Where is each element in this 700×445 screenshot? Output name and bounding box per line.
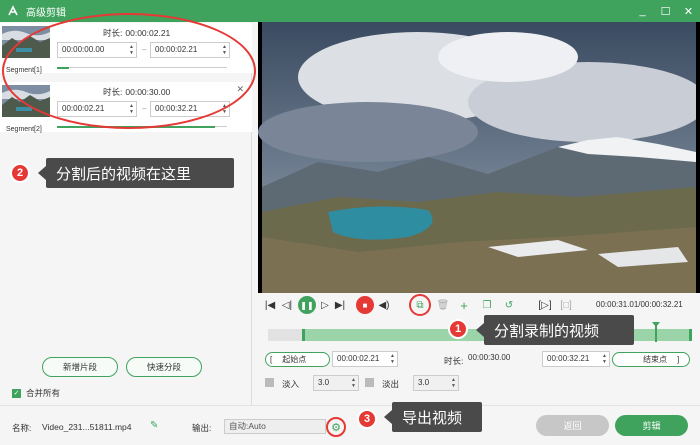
stepper-icon[interactable]: ▲ ▼ (222, 103, 227, 115)
checkbox-checked-icon: ✓ (12, 388, 21, 398)
app-logo-icon (6, 4, 20, 18)
jump-start-icon[interactable]: |◀ (264, 296, 276, 314)
start-time-field[interactable]: 00:00:00.00 ▲ ▼ (57, 42, 137, 58)
delete-icon[interactable]: 🗑 (437, 296, 450, 314)
stepper-icon[interactable]: ▲ ▼ (602, 353, 607, 365)
video-preview[interactable] (258, 22, 700, 293)
stepper-icon[interactable]: ▲ ▼ (351, 377, 356, 389)
callout-label: 分割录制的视频 (476, 315, 634, 345)
stepper-icon[interactable]: ▲ ▼ (390, 353, 395, 365)
playhead[interactable] (652, 322, 661, 342)
segment-thumbnail (2, 26, 50, 58)
gear-icon[interactable]: ⚙ (326, 417, 346, 437)
duration-label: 时长: (444, 356, 464, 366)
duration-label: 时长: (103, 28, 123, 38)
end-time-field[interactable]: 00:00:32.21 ▲ ▼ (150, 101, 230, 117)
duration-label: 时长: (103, 87, 123, 97)
callout-badge: 3 (357, 409, 377, 429)
next-frame-icon[interactable]: ▷ (320, 296, 330, 314)
segment-thumbnail (2, 85, 50, 117)
end-time-field[interactable]: 00:00:32.21 ▲ ▼ (542, 351, 610, 367)
title-bar: 高级剪辑 _ ☐ ✕ (0, 0, 700, 22)
maximize-button[interactable]: ☐ (654, 0, 677, 22)
fade-out-label: 淡出 (382, 379, 400, 389)
quick-split-button[interactable]: 快速分段 (126, 357, 202, 377)
duration-value: 00:00:02.21 (125, 28, 171, 38)
fade-out-field[interactable]: 3.0 ▲ ▼ (413, 375, 459, 391)
set-start-button[interactable]: [起始点 (265, 352, 330, 367)
callout-label: 分割后的视频在这里 (38, 158, 234, 188)
stepper-icon[interactable]: ▲ ▼ (451, 377, 456, 389)
back-button[interactable]: 返回 (536, 415, 609, 436)
duration-value: 00:00:30.00 (468, 353, 511, 362)
close-button[interactable]: ✕ (677, 0, 700, 22)
start-time-field[interactable]: 00:00:02.21 ▲ ▼ (332, 351, 398, 367)
callout-label: 导出视频 (384, 402, 482, 432)
stepper-icon[interactable]: ▲ ▼ (129, 44, 134, 56)
start-time-field[interactable]: 00:00:02.21 ▲ ▼ (57, 101, 137, 117)
jump-end-icon[interactable]: ▶| (334, 296, 346, 314)
fade-in-checkbox[interactable] (265, 378, 274, 387)
add-segment-button[interactable]: 新增片段 (42, 357, 118, 377)
end-time-field[interactable]: 00:00:02.21 ▲ ▼ (150, 42, 230, 58)
segment-item[interactable]: Segment[2] 时长: 00:00:30.00 00:00:02.21 ▲ ▼ … (0, 82, 252, 133)
name-label: 名称: (12, 423, 32, 433)
export-label: 输出: (192, 423, 212, 433)
segment-label: Segment[2] (6, 126, 42, 133)
segment-progress (57, 66, 227, 69)
mark-in-icon[interactable]: [▷] (538, 296, 552, 314)
edit-icon[interactable]: ✎ (150, 420, 158, 431)
volume-icon[interactable]: ◀) (378, 296, 390, 314)
add-icon[interactable]: + (458, 296, 470, 314)
duration-value: 00:00:30.00 (125, 87, 171, 97)
merge-all-label: 合并所有 (26, 388, 61, 398)
segment-panel: Segment[1] 时长: 00:00:02.21 00:00:00.00 ▲ ▼ … (0, 22, 252, 405)
close-icon[interactable]: ✕ (236, 84, 244, 95)
set-end-button[interactable]: 结束点] (612, 352, 690, 367)
minimize-button[interactable]: _ (631, 0, 654, 22)
segment-progress (57, 125, 227, 128)
timecode: 00:00:31.01/00:00:32.21 (596, 300, 683, 309)
fade-in-label: 淡入 (282, 379, 300, 389)
pause-button[interactable]: ❚❚ (298, 296, 316, 314)
segment-label: Segment[1] (6, 67, 42, 74)
fade-out-checkbox[interactable] (365, 378, 374, 387)
copy-icon[interactable]: ❐ (481, 296, 493, 314)
prev-frame-icon[interactable]: ◁| (281, 296, 293, 314)
callout-badge: 2 (10, 163, 30, 183)
window-title: 高级剪辑 (26, 7, 66, 19)
export-path-field[interactable]: 自动:Auto (224, 419, 326, 434)
segment-item[interactable]: Segment[1] 时长: 00:00:02.21 00:00:00.00 ▲ ▼ … (0, 23, 252, 74)
stop-button[interactable]: ■ (356, 296, 374, 314)
callout-badge: 1 (448, 319, 468, 339)
fade-in-field[interactable]: 3.0 ▲ ▼ (313, 375, 359, 391)
undo-icon[interactable]: ↺ (503, 296, 515, 314)
stepper-icon[interactable]: ▲ ▼ (129, 103, 134, 115)
cut-button[interactable]: 剪辑 (615, 415, 688, 436)
mark-out-icon[interactable]: [□] (560, 296, 572, 314)
stepper-icon[interactable]: ▲ ▼ (222, 44, 227, 56)
filename: Video_231...51811.mp4 (42, 422, 132, 432)
annotation-circle (409, 294, 431, 316)
merge-all-checkbox[interactable]: ✓ 合并所有 (12, 387, 60, 399)
